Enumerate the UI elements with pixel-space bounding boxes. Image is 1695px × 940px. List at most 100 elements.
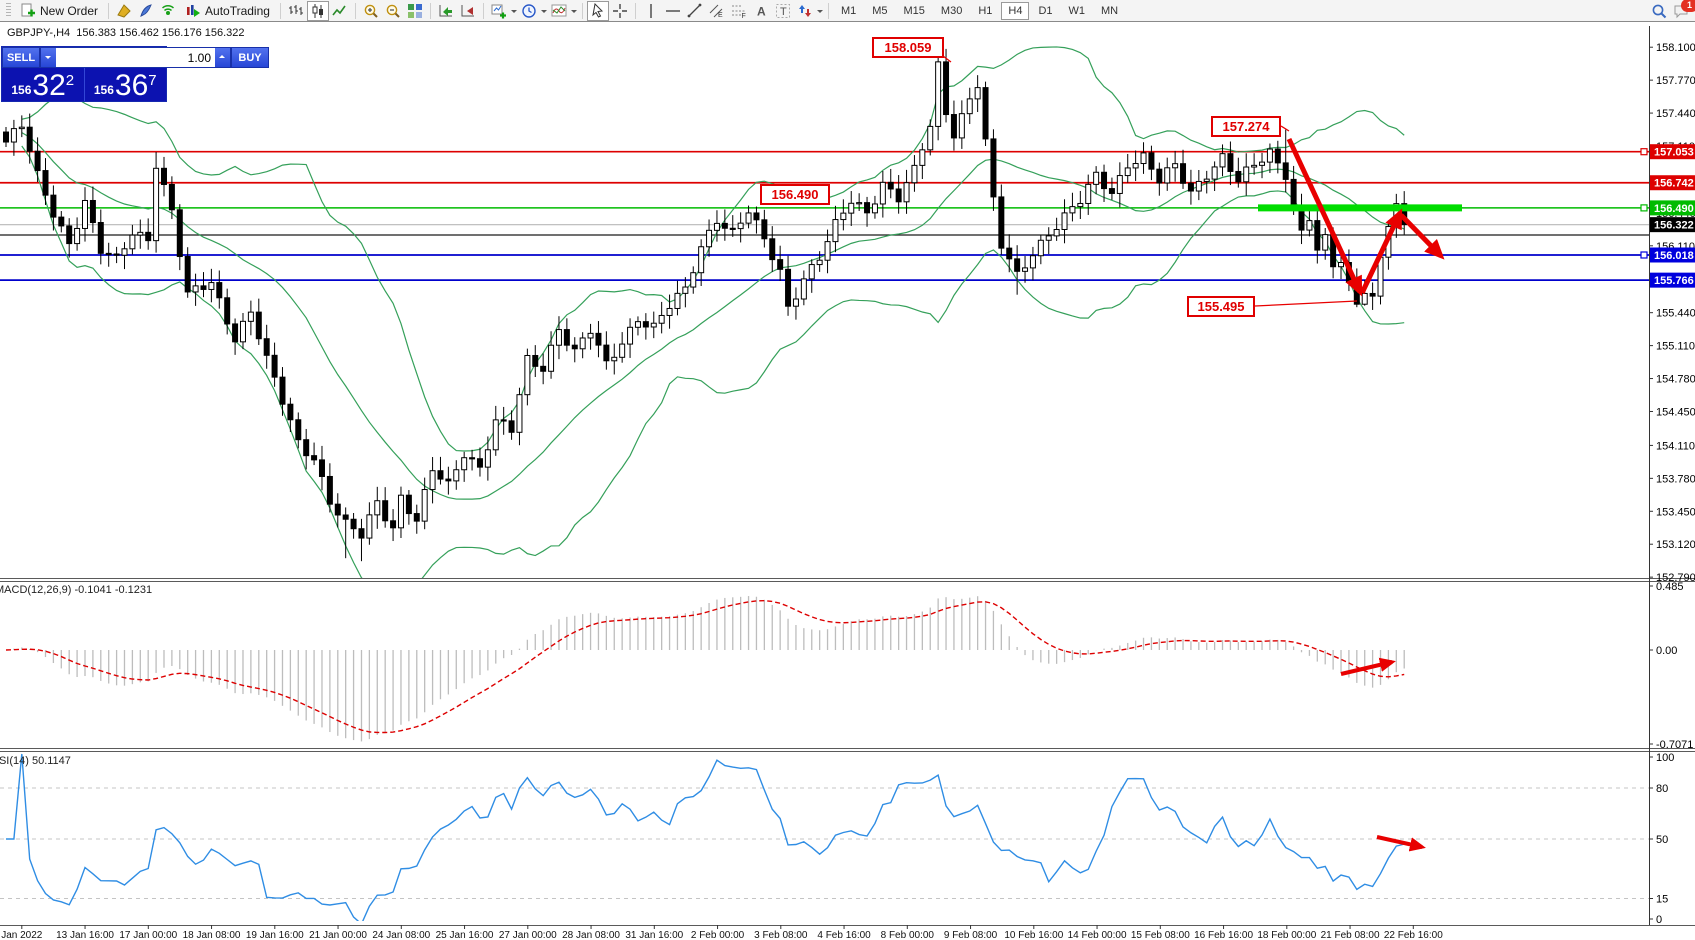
clock bbox=[521, 3, 537, 19]
timeframe-h1-button[interactable]: H1 bbox=[971, 2, 999, 20]
toolbar-separator bbox=[280, 3, 281, 19]
vertical-line-icon[interactable] bbox=[640, 1, 662, 21]
metaeditor-icon[interactable] bbox=[113, 1, 135, 21]
timeframe-m30-button[interactable]: M30 bbox=[934, 2, 969, 20]
arrows-objects-icon-dropdown[interactable] bbox=[817, 10, 823, 16]
svg-text:18 Jan 08:00: 18 Jan 08:00 bbox=[183, 930, 241, 940]
svg-text:Jan 2022: Jan 2022 bbox=[1, 930, 43, 940]
svg-text:50: 50 bbox=[1656, 834, 1668, 846]
zoomout bbox=[385, 3, 401, 19]
svg-text:24 Jan 08:00: 24 Jan 08:00 bbox=[372, 930, 430, 940]
svg-text:155.440: 155.440 bbox=[1656, 308, 1695, 320]
horizontal-line-icon[interactable] bbox=[662, 1, 684, 21]
crosshair-icon[interactable] bbox=[609, 1, 631, 21]
volume-decrease-button[interactable] bbox=[41, 48, 56, 67]
chart-periods-icon[interactable] bbox=[518, 1, 540, 21]
price-callout: 157.274 bbox=[1211, 116, 1281, 137]
indicators-list-icon[interactable] bbox=[548, 1, 570, 21]
auto-scroll-icon[interactable] bbox=[435, 1, 457, 21]
price-callout: 156.490 bbox=[760, 184, 830, 205]
timeframe-m5-button[interactable]: M5 bbox=[865, 2, 894, 20]
toolbar-grip bbox=[6, 3, 11, 18]
svg-text:19 Jan 16:00: 19 Jan 16:00 bbox=[246, 930, 304, 940]
volume-increase-button[interactable] bbox=[215, 48, 230, 67]
text-icon[interactable]: A bbox=[750, 1, 772, 21]
bar-chart-icon[interactable] bbox=[285, 1, 307, 21]
candlestick-chart-icon[interactable] bbox=[307, 1, 329, 21]
signal bbox=[160, 3, 176, 19]
svg-text:157.440: 157.440 bbox=[1656, 108, 1695, 120]
svg-text:-0.7071: -0.7071 bbox=[1656, 739, 1693, 751]
timeframe-m1-button[interactable]: M1 bbox=[834, 2, 863, 20]
buy-price[interactable]: 156367 bbox=[85, 68, 167, 101]
quill bbox=[138, 3, 154, 19]
toolbar-separator bbox=[430, 3, 431, 19]
new-order-button-label: New Order bbox=[40, 4, 98, 18]
svg-text:80: 80 bbox=[1656, 783, 1668, 795]
volume-input[interactable] bbox=[56, 48, 215, 67]
tile bbox=[407, 3, 423, 19]
autoscroll bbox=[438, 3, 454, 19]
timeframe-mn-button[interactable]: MN bbox=[1094, 2, 1125, 20]
svg-text:153.450: 153.450 bbox=[1656, 506, 1695, 518]
new-chart-icon-dropdown[interactable] bbox=[511, 10, 517, 16]
textT: T bbox=[775, 3, 791, 19]
sell-button[interactable]: SELL bbox=[2, 47, 40, 68]
autotrade bbox=[185, 3, 201, 19]
search bbox=[1651, 3, 1667, 19]
chart-periods-icon-dropdown[interactable] bbox=[541, 10, 547, 16]
toolbar-separator bbox=[582, 3, 583, 19]
zoom-out-icon[interactable] bbox=[382, 1, 404, 21]
candles bbox=[310, 3, 326, 19]
toolbar-separator bbox=[108, 3, 109, 19]
newchart bbox=[491, 3, 507, 19]
signals-icon[interactable] bbox=[157, 1, 179, 21]
svg-text:153.120: 153.120 bbox=[1656, 539, 1695, 551]
rsi-indicator-label: RSI(14) 50.1147 bbox=[0, 755, 71, 767]
svg-text:4 Feb 16:00: 4 Feb 16:00 bbox=[817, 930, 871, 940]
publisher-icon[interactable] bbox=[135, 1, 157, 21]
arrows-objects-icon[interactable] bbox=[794, 1, 816, 21]
sell-price[interactable]: 156322 bbox=[2, 68, 84, 101]
timeframe-d1-button[interactable]: D1 bbox=[1031, 2, 1059, 20]
new-chart-icon[interactable] bbox=[488, 1, 510, 21]
cursor-icon[interactable] bbox=[587, 1, 609, 21]
toolbar-separator bbox=[355, 3, 356, 19]
timeframe-h4-button[interactable]: H4 bbox=[1001, 2, 1029, 20]
crosshair bbox=[612, 3, 628, 19]
search-icon[interactable] bbox=[1648, 1, 1670, 21]
timeframe-m15-button[interactable]: M15 bbox=[897, 2, 932, 20]
chart-shift-icon[interactable] bbox=[457, 1, 479, 21]
text-label-icon[interactable]: T bbox=[772, 1, 794, 21]
chart-canvas[interactable]: 158.100157.770157.440157.110156.780156.4… bbox=[0, 0, 1695, 940]
svg-text:17 Jan 00:00: 17 Jan 00:00 bbox=[119, 930, 177, 940]
svg-text:156.742: 156.742 bbox=[1654, 178, 1694, 190]
svg-text:0.00: 0.00 bbox=[1656, 645, 1677, 657]
svg-text:0.485: 0.485 bbox=[1656, 581, 1684, 593]
trendline-icon[interactable] bbox=[684, 1, 706, 21]
autotrading-button[interactable]: AutoTrading bbox=[179, 1, 276, 21]
shapes bbox=[797, 3, 813, 19]
svg-text:8 Feb 00:00: 8 Feb 00:00 bbox=[881, 930, 935, 940]
svg-text:21 Jan 00:00: 21 Jan 00:00 bbox=[309, 930, 367, 940]
svg-text:F: F bbox=[741, 13, 745, 19]
macd-panel bbox=[6, 596, 1404, 741]
price-axis: 158.100157.770157.440157.110156.780156.4… bbox=[1649, 42, 1695, 584]
indicators-list-icon-dropdown[interactable] bbox=[571, 10, 577, 16]
svg-text:156.490: 156.490 bbox=[1654, 203, 1694, 215]
line-chart-icon[interactable] bbox=[329, 1, 351, 21]
svg-text:15 Feb 08:00: 15 Feb 08:00 bbox=[1131, 930, 1190, 940]
fibonacci-retracement-icon[interactable]: F bbox=[728, 1, 750, 21]
svg-text:25 Jan 16:00: 25 Jan 16:00 bbox=[436, 930, 494, 940]
svg-text:31 Jan 16:00: 31 Jan 16:00 bbox=[625, 930, 683, 940]
tile-windows-icon[interactable] bbox=[404, 1, 426, 21]
buy-button[interactable]: BUY bbox=[231, 47, 269, 68]
equidistant-channel-icon[interactable]: E bbox=[706, 1, 728, 21]
rsi-panel bbox=[0, 754, 1649, 924]
svg-text:21 Feb 08:00: 21 Feb 08:00 bbox=[1321, 930, 1380, 940]
zoom-in-icon[interactable] bbox=[360, 1, 382, 21]
svg-text:9 Feb 08:00: 9 Feb 08:00 bbox=[944, 930, 998, 940]
new-order-button[interactable]: New Order bbox=[14, 1, 104, 21]
timeframe-w1-button[interactable]: W1 bbox=[1062, 2, 1093, 20]
svg-text:156.322: 156.322 bbox=[1654, 220, 1694, 232]
